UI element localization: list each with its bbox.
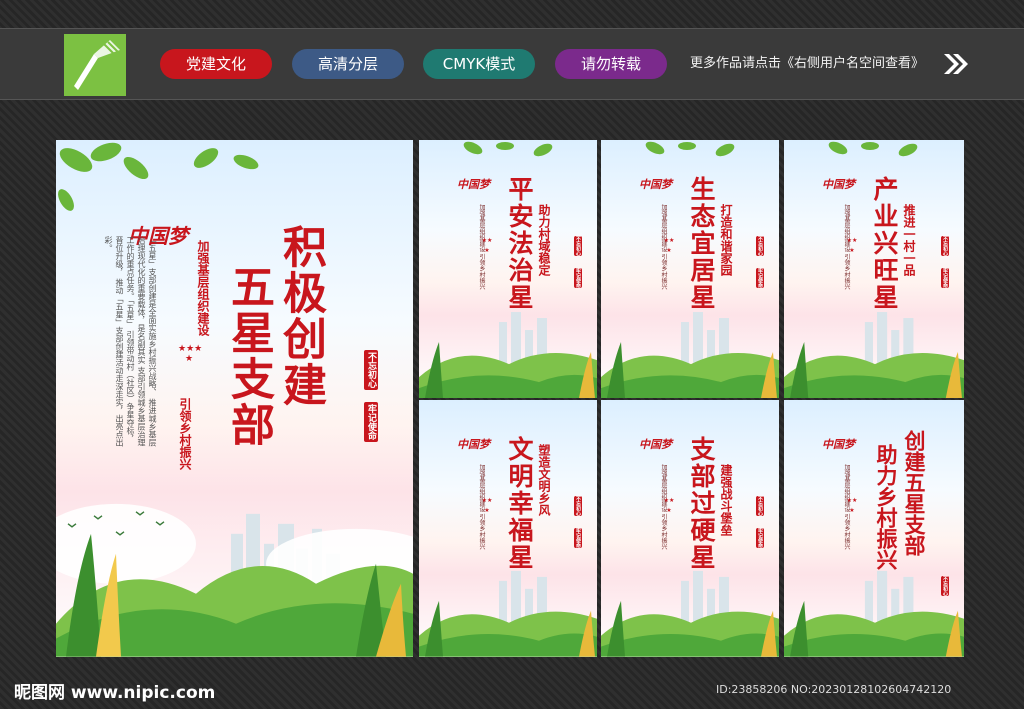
poster-safety-law: 中国梦 平安法治星 助力村域稳定 加强基层组织建设 引领乡村振兴 ★★ ★ 不忘初… (419, 140, 597, 398)
poster-title: 产业兴旺星 (870, 176, 899, 311)
china-dream-logo: 中国梦 (457, 178, 490, 191)
seal-1: 不忘初心 (941, 236, 949, 256)
poster-tiny-text: 加强基层组织建设 引领乡村振兴 (843, 204, 850, 290)
poster-title: 平安法治星 (505, 176, 534, 311)
poster-tiny-text: 加强基层组织建设 引领乡村振兴 (660, 464, 667, 550)
main-subtitle-line2: 引领乡村振兴 (178, 398, 192, 470)
tag-cmyk[interactable]: CMYK模式 (423, 49, 535, 79)
poster-tiny-text: 加强基层组织建设 引领乡村振兴 (478, 464, 485, 550)
landscape-illustration (56, 504, 413, 657)
poster-tiny-text: 加强基层组织建设 引领乡村振兴 (660, 204, 667, 290)
main-title-line2: 五星支部 (223, 264, 274, 448)
leaves-decoration (463, 141, 553, 157)
double-chevron-right-icon[interactable] (942, 52, 970, 76)
seal-2: 牢记使命 (756, 268, 764, 288)
poster-title-line1: 创建五星支部 (902, 430, 927, 556)
poster-strong-branch: 中国梦 支部过硬星 建强战斗堡垒 加强基层组织建设 引领乡村振兴 ★★ ★ 不忘初… (601, 400, 779, 657)
poster-subtitle: 推进一村一品 (902, 204, 916, 276)
china-dream-logo: 中国梦 (639, 178, 672, 191)
seal-2: 牢记使命 (574, 268, 582, 288)
star-decoration: ★★ ★ (481, 497, 493, 514)
seal-1: 不忘初心 (574, 496, 582, 516)
poster-civilization: 中国梦 文明幸福星 塑造文明乡风 加强基层组织建设 引领乡村振兴 ★★ ★ 不忘初… (419, 400, 597, 657)
watermark-site: 昵图网 www.nipic.com (14, 683, 216, 703)
seal-2: 牢记使命 (364, 402, 378, 442)
china-dream-logo: 中国梦 (822, 178, 855, 191)
site-logo[interactable] (64, 34, 126, 96)
poster-tiny-text: 加强基层组织建设 引领乡村振兴 (478, 204, 485, 290)
main-subtitle-line1: 加强基层组织建设 (196, 240, 210, 336)
poster-title: 支部过硬星 (687, 436, 716, 571)
poster-subtitle: 助力村域稳定 (537, 204, 551, 276)
china-dream-logo: 中国梦 (822, 438, 855, 451)
main-body-text: 「五星」支部创建是全面实施乡村振兴战略、 推进城乡基层治理现代化的重要载体，是名… (104, 236, 157, 447)
main-title-line1: 积极创建 (275, 224, 326, 408)
seal-1: 不忘初心 (941, 576, 949, 596)
poster-title: 文明幸福星 (505, 436, 534, 571)
star-decoration: ★★ ★ (663, 237, 675, 254)
china-dream-logo: 中国梦 (457, 438, 490, 451)
poster-industry: 中国梦 产业兴旺星 推进一村一品 加强基层组织建设 引领乡村振兴 ★★ ★ 不忘初… (784, 140, 964, 398)
poster-subtitle: 建强战斗堡垒 (719, 464, 733, 536)
tag-no-repost[interactable]: 请勿转载 (555, 49, 667, 79)
star-decoration: ★★ ★ (846, 237, 858, 254)
poster-ecology: 中国梦 生态宜居星 打造和谐家园 加强基层组织建设 引领乡村振兴 ★★ ★ 不忘初… (601, 140, 779, 398)
tag-hd-layers[interactable]: 高清分层 (292, 49, 404, 79)
poster-title-line2: 助力乡村振兴 (874, 444, 899, 570)
leaves-decoration (828, 141, 918, 157)
more-works-link[interactable]: 更多作品请点击《右侧用户名空间查看》 (690, 54, 924, 74)
seal-1: 不忘初心 (756, 236, 764, 256)
main-poster: 中国梦 积极创建 五星支部 ★★★ ★ 加强基层组织建设 引领乡村振兴 不忘初心 … (56, 140, 413, 657)
poster-subtitle: 打造和谐家园 (719, 204, 733, 276)
poster-five-star-branch: 中国梦 创建五星支部 助力乡村振兴 加强基层组织建设 引领乡村振兴 ★★ ★ 不忘… (784, 400, 964, 657)
star-decoration: ★★ ★ (846, 497, 858, 514)
seal-2: 牢记使命 (756, 528, 764, 548)
seal-2: 牢记使命 (574, 528, 582, 548)
star-decoration: ★★★ ★ (178, 344, 203, 364)
star-decoration: ★★ ★ (663, 497, 675, 514)
poster-tiny-text: 加强基层组织建设 引领乡村振兴 (843, 464, 850, 550)
seal-2: 牢记使命 (941, 268, 949, 288)
poster-subtitle: 塑造文明乡风 (537, 444, 551, 516)
star-decoration: ★★ ★ (481, 237, 493, 254)
china-dream-logo: 中国梦 (639, 438, 672, 451)
poster-title: 生态宜居星 (687, 176, 716, 311)
watermark-id: ID:23858206 NO:20230128102604742120 (716, 683, 952, 696)
seal-1: 不忘初心 (574, 236, 582, 256)
leaves-decoration (645, 141, 735, 157)
seal-1: 不忘初心 (364, 350, 378, 390)
tag-party-culture[interactable]: 党建文化 (160, 49, 272, 79)
seal-1: 不忘初心 (756, 496, 764, 516)
pen-nib-icon (64, 34, 126, 96)
